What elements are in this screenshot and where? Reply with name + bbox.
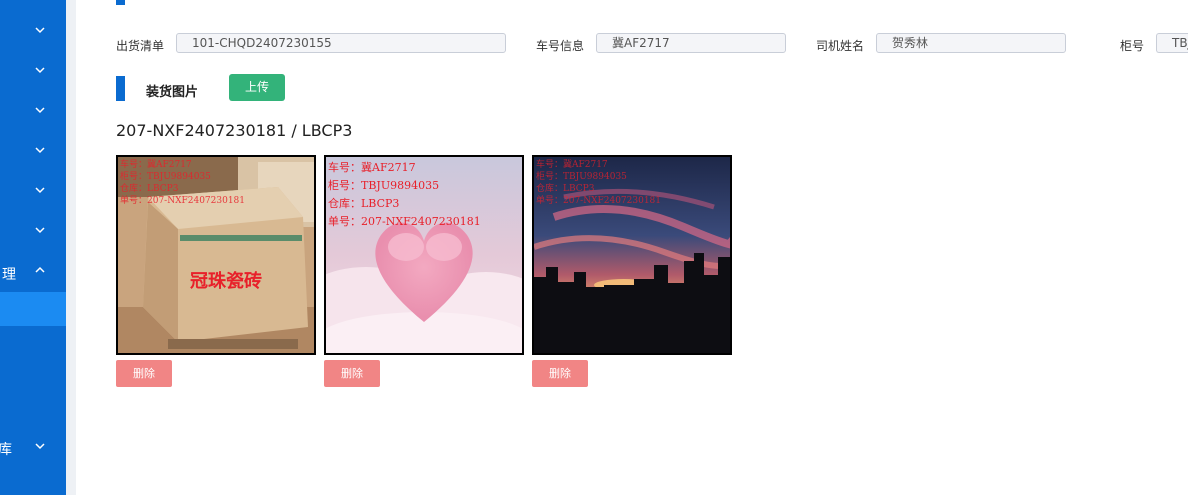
photo-tiles[interactable]: 冠珠瓷砖 车号：冀AF2717 柜号：TBJU9894035 仓库：LBCP3 … — [116, 155, 316, 355]
overlay-line: 柜号：TBJU9894035 — [328, 179, 439, 192]
chevron-down-icon[interactable] — [34, 64, 46, 76]
sidebar-item-label[interactable]: 库 — [0, 439, 12, 459]
overlay-line: 车号：冀AF2717 — [328, 160, 416, 174]
sidebar-item-active[interactable] — [0, 292, 66, 326]
section-marker — [116, 0, 125, 5]
overlay-line: 车号：冀AF2717 — [536, 158, 608, 170]
plate-label: 车号信息 — [536, 39, 585, 53]
chevron-down-icon[interactable] — [34, 24, 46, 36]
overlay-line: 车号：冀AF2717 — [120, 158, 192, 170]
driver-label: 司机姓名 — [816, 39, 865, 53]
sunset-image: 车号：冀AF2717 柜号：TBJU9894035 仓库：LBCP3 单号：20… — [534, 157, 730, 353]
overlay-line: 仓库：LBCP3 — [536, 182, 595, 194]
section-marker — [116, 76, 125, 101]
photo-heart-cloud[interactable]: 车号：冀AF2717 柜号：TBJU9894035 仓库：LBCP3 单号：20… — [324, 155, 524, 355]
sidebar-gutter — [66, 0, 76, 495]
chevron-down-icon[interactable] — [34, 184, 46, 196]
overlay-line: 单号：207-NXF2407230181 — [536, 194, 661, 206]
chevron-up-icon[interactable] — [34, 264, 46, 276]
delete-button[interactable]: 删除 — [116, 360, 172, 387]
overlay-line: 仓库：LBCP3 — [120, 182, 179, 194]
order-id: 207-NXF2407230181 / LBCP3 — [116, 121, 353, 140]
photo-sunset[interactable]: 车号：冀AF2717 柜号：TBJU9894035 仓库：LBCP3 单号：20… — [532, 155, 732, 355]
overlay-line: 单号：207-NXF2407230181 — [120, 194, 245, 206]
tile-pallet-image: 冠珠瓷砖 车号：冀AF2717 柜号：TBJU9894035 仓库：LBCP3 … — [118, 157, 314, 353]
sidebar-item-label[interactable]: 理 — [2, 264, 16, 284]
chevron-down-icon[interactable] — [34, 104, 46, 116]
box-brand-text: 冠珠瓷砖 — [190, 270, 262, 292]
section-title: 装货图片 — [146, 85, 199, 100]
overlay-line: 柜号：TBJU9894035 — [120, 170, 211, 182]
loading-list-label: 出货清单 — [116, 39, 165, 53]
chevron-down-icon[interactable] — [34, 224, 46, 236]
sidebar: 理 库 — [0, 0, 66, 495]
overlay-line: 柜号：TBJU9894035 — [536, 170, 627, 182]
container-field[interactable]: TBJU9894035 — [1156, 33, 1188, 53]
delete-button[interactable]: 删除 — [324, 360, 380, 387]
chevron-down-icon[interactable] — [34, 144, 46, 156]
driver-field[interactable]: 贺秀林 — [876, 33, 1066, 53]
heart-cloud-image: 车号：冀AF2717 柜号：TBJU9894035 仓库：LBCP3 单号：20… — [326, 157, 522, 353]
overlay-line: 单号：207-NXF2407230181 — [328, 215, 481, 228]
chevron-down-icon[interactable] — [34, 440, 46, 452]
upload-button[interactable]: 上传 — [229, 74, 285, 101]
plate-field[interactable]: 冀AF2717 — [596, 33, 786, 53]
delete-button[interactable]: 删除 — [532, 360, 588, 387]
container-label: 柜号 — [1120, 39, 1145, 53]
overlay-line: 仓库：LBCP3 — [328, 196, 399, 210]
loading-list-field[interactable]: 101-CHQD2407230155 — [176, 33, 506, 53]
